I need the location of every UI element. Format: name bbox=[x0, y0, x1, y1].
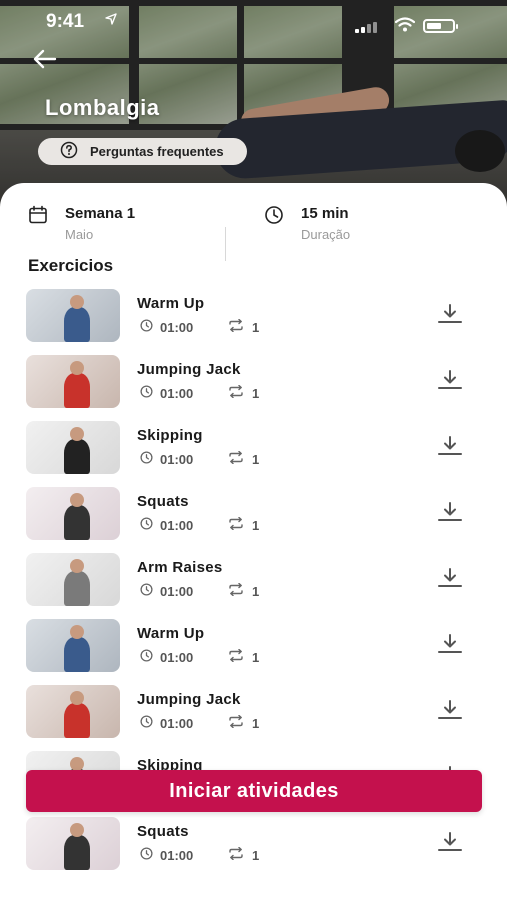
exercise-item[interactable]: Arm Raises 01:00 1 bbox=[0, 553, 507, 609]
repeat-icon bbox=[228, 384, 244, 401]
download-icon[interactable] bbox=[438, 700, 462, 725]
week-label: Maio bbox=[65, 227, 94, 242]
cellular-signal-icon bbox=[355, 22, 377, 33]
location-arrow-icon bbox=[105, 13, 117, 28]
repeat-icon bbox=[228, 318, 244, 335]
exercise-name: Warm Up bbox=[137, 295, 205, 312]
exercise-item[interactable]: Jumping Jack 01:00 1 bbox=[0, 355, 507, 411]
exercise-meta: 01:00 1 bbox=[140, 582, 260, 599]
content-card: Semana 1 Maio 15 min Duração Exercicios … bbox=[0, 183, 507, 900]
divider bbox=[225, 227, 226, 261]
faq-button[interactable]: Perguntas frequentes bbox=[38, 138, 247, 165]
exercise-meta: 01:00 1 bbox=[140, 714, 260, 731]
exercise-item[interactable]: Squats 01:00 1 bbox=[0, 487, 507, 543]
status-bar: 9:41 bbox=[0, 8, 507, 36]
exercise-name: Arm Raises bbox=[137, 559, 223, 576]
exercise-thumbnail bbox=[26, 355, 120, 408]
exercise-item[interactable]: Jumping Jack 01:00 1 bbox=[0, 685, 507, 741]
summary-row: Semana 1 Maio 15 min Duração bbox=[0, 203, 507, 261]
timer-icon bbox=[140, 649, 153, 665]
wifi-icon bbox=[394, 17, 416, 37]
exercise-reps: 1 bbox=[252, 715, 260, 731]
page-title: Lombalgia bbox=[45, 95, 160, 120]
repeat-icon bbox=[228, 516, 244, 533]
exercise-meta: 01:00 1 bbox=[140, 846, 260, 863]
exercise-time: 01:00 bbox=[160, 847, 194, 863]
download-icon[interactable] bbox=[438, 304, 462, 329]
calendar-icon bbox=[28, 205, 48, 230]
exercise-item[interactable]: Skipping 01:00 1 bbox=[0, 421, 507, 477]
repeat-icon bbox=[228, 582, 244, 599]
download-icon[interactable] bbox=[438, 832, 462, 857]
duration-label: Duração bbox=[301, 227, 351, 242]
exercise-name: Squats bbox=[137, 823, 189, 840]
exercise-thumbnail bbox=[26, 421, 120, 474]
start-activities-button[interactable]: Iniciar atividades bbox=[26, 770, 482, 812]
exercise-item[interactable]: Warm Up 01:00 1 bbox=[0, 619, 507, 675]
exercise-name: Warm Up bbox=[137, 625, 205, 642]
repeat-icon bbox=[228, 450, 244, 467]
exercise-time: 01:00 bbox=[160, 451, 194, 467]
exercise-reps: 1 bbox=[252, 649, 260, 665]
exercise-name: Jumping Jack bbox=[137, 361, 241, 378]
exercise-meta: 01:00 1 bbox=[140, 648, 260, 665]
download-icon[interactable] bbox=[438, 502, 462, 527]
timer-icon bbox=[140, 715, 153, 731]
download-icon[interactable] bbox=[438, 370, 462, 395]
exercise-item[interactable]: Warm Up 01:00 1 bbox=[0, 289, 507, 345]
back-arrow-icon[interactable] bbox=[33, 48, 57, 75]
battery-icon bbox=[423, 19, 458, 33]
exercise-thumbnail bbox=[26, 553, 120, 606]
download-icon[interactable] bbox=[438, 634, 462, 659]
exercise-meta: 01:00 1 bbox=[140, 516, 260, 533]
timer-icon bbox=[140, 451, 153, 467]
exercise-reps: 1 bbox=[252, 319, 260, 335]
exercise-thumbnail bbox=[26, 817, 120, 870]
exercise-reps: 1 bbox=[252, 583, 260, 599]
repeat-icon bbox=[228, 846, 244, 863]
timer-icon bbox=[140, 847, 153, 863]
repeat-icon bbox=[228, 714, 244, 731]
exercise-thumbnail bbox=[26, 685, 120, 738]
exercise-reps: 1 bbox=[252, 451, 260, 467]
exercise-time: 01:00 bbox=[160, 319, 194, 335]
exercise-thumbnail bbox=[26, 619, 120, 672]
exercise-name: Skipping bbox=[137, 427, 203, 444]
exercise-reps: 1 bbox=[252, 517, 260, 533]
week-value: Semana 1 bbox=[65, 205, 136, 222]
exercise-reps: 1 bbox=[252, 385, 260, 401]
timer-icon bbox=[140, 583, 153, 599]
status-time: 9:41 bbox=[46, 11, 85, 32]
exercise-reps: 1 bbox=[252, 847, 260, 863]
exercise-name: Squats bbox=[137, 493, 189, 510]
repeat-icon bbox=[228, 648, 244, 665]
exercise-thumbnail bbox=[26, 487, 120, 540]
exercise-meta: 01:00 1 bbox=[140, 318, 260, 335]
exercise-time: 01:00 bbox=[160, 715, 194, 731]
exercise-time: 01:00 bbox=[160, 649, 194, 665]
timer-icon bbox=[140, 319, 153, 335]
clock-icon bbox=[264, 205, 284, 230]
exercise-time: 01:00 bbox=[160, 583, 194, 599]
timer-icon bbox=[140, 385, 153, 401]
exercise-thumbnail bbox=[26, 289, 120, 342]
timer-icon bbox=[140, 517, 153, 533]
download-icon[interactable] bbox=[438, 436, 462, 461]
download-icon[interactable] bbox=[438, 568, 462, 593]
exercise-time: 01:00 bbox=[160, 385, 194, 401]
duration-value: 15 min bbox=[301, 205, 349, 222]
exercise-meta: 01:00 1 bbox=[140, 384, 260, 401]
exercise-name: Jumping Jack bbox=[137, 691, 241, 708]
exercise-time: 01:00 bbox=[160, 517, 194, 533]
faq-button-label: Perguntas frequentes bbox=[90, 144, 224, 159]
exercise-item[interactable]: Squats 01:00 1 bbox=[0, 817, 507, 873]
help-circle-icon bbox=[60, 141, 78, 162]
exercise-meta: 01:00 1 bbox=[140, 450, 260, 467]
section-title: Exercicios bbox=[28, 256, 114, 275]
